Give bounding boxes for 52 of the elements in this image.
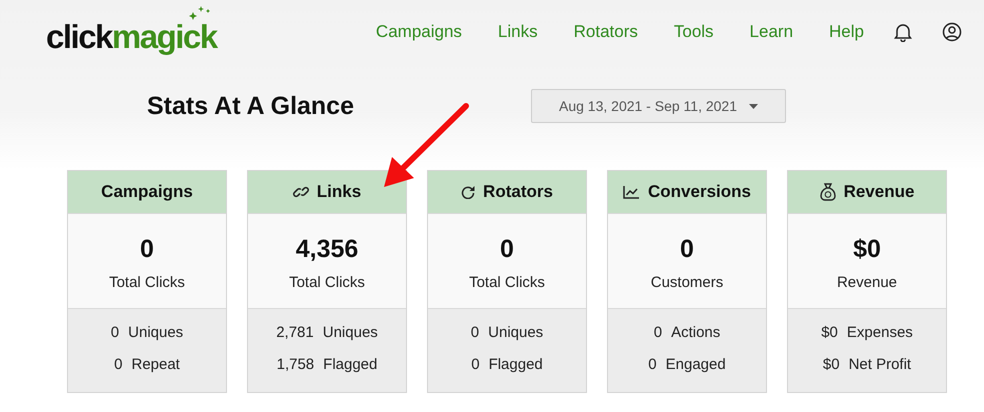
date-range-dropdown[interactable]: Aug 13, 2021 - Sep 11, 2021 [531,89,786,123]
nav-link[interactable]: Links [498,22,538,42]
stat-number: 0 [654,324,662,341]
logo[interactable]: clickmagick [46,6,217,52]
stat-label: Total Clicks [469,274,545,291]
stat-number: $0 [822,356,840,373]
line-chart-icon [623,185,640,199]
stat-label: Total Clicks [289,274,365,291]
stat-number: $0 [821,324,838,341]
page-title: Stats At A Glance [147,92,355,120]
stat-label: Actions [671,324,720,341]
stat-number: 0 [648,356,657,373]
stat-label: Flagged [323,356,378,373]
money-bag-icon [820,183,836,201]
stat-value: 0 [680,235,694,264]
stat-label: Engaged [666,356,726,373]
sparkle-icon [188,6,211,20]
stat-label: Uniques [322,324,378,341]
bell-icon[interactable] [894,22,912,42]
stat-label: Repeat [131,356,180,373]
stat-value: 4,356 [296,235,358,264]
stat-label: Uniques [488,324,544,341]
link-icon [292,184,309,200]
stat-value: 0 [500,235,514,264]
nav-link[interactable]: Learn [750,22,794,42]
stat-number: 0 [470,324,480,341]
stat-number: 2,781 [276,324,314,341]
nav-link[interactable]: Rotators [574,22,638,42]
card-title: Campaigns [101,182,193,202]
stat-number: 0 [114,356,122,373]
stat-number: 1,758 [276,356,314,373]
nav-link[interactable]: Tools [674,22,714,42]
card-title: Links [316,182,362,202]
stat-label: Uniques [128,324,184,341]
stat-label: Total Clicks [109,274,185,291]
nav-link[interactable]: Campaigns [376,22,462,42]
card-title: Conversions [648,182,751,202]
caret-icon [749,104,758,108]
stat-number: 0 [471,356,480,373]
stat-number: 0 [110,324,120,341]
stat-value: 0 [140,235,154,264]
stat-label: Flagged [488,356,543,373]
refresh-icon [461,185,476,199]
stat-label: Expenses [846,324,913,341]
card-title: Rotators [483,182,553,202]
stat-label: Revenue [836,274,898,291]
card-title: Revenue [844,182,914,202]
stat-value: $0 [853,235,881,264]
user-icon[interactable] [942,22,962,42]
stat-label: Customers [650,274,724,291]
nav-link[interactable]: Help [829,22,864,42]
stat-label: Net Profit [848,356,912,373]
